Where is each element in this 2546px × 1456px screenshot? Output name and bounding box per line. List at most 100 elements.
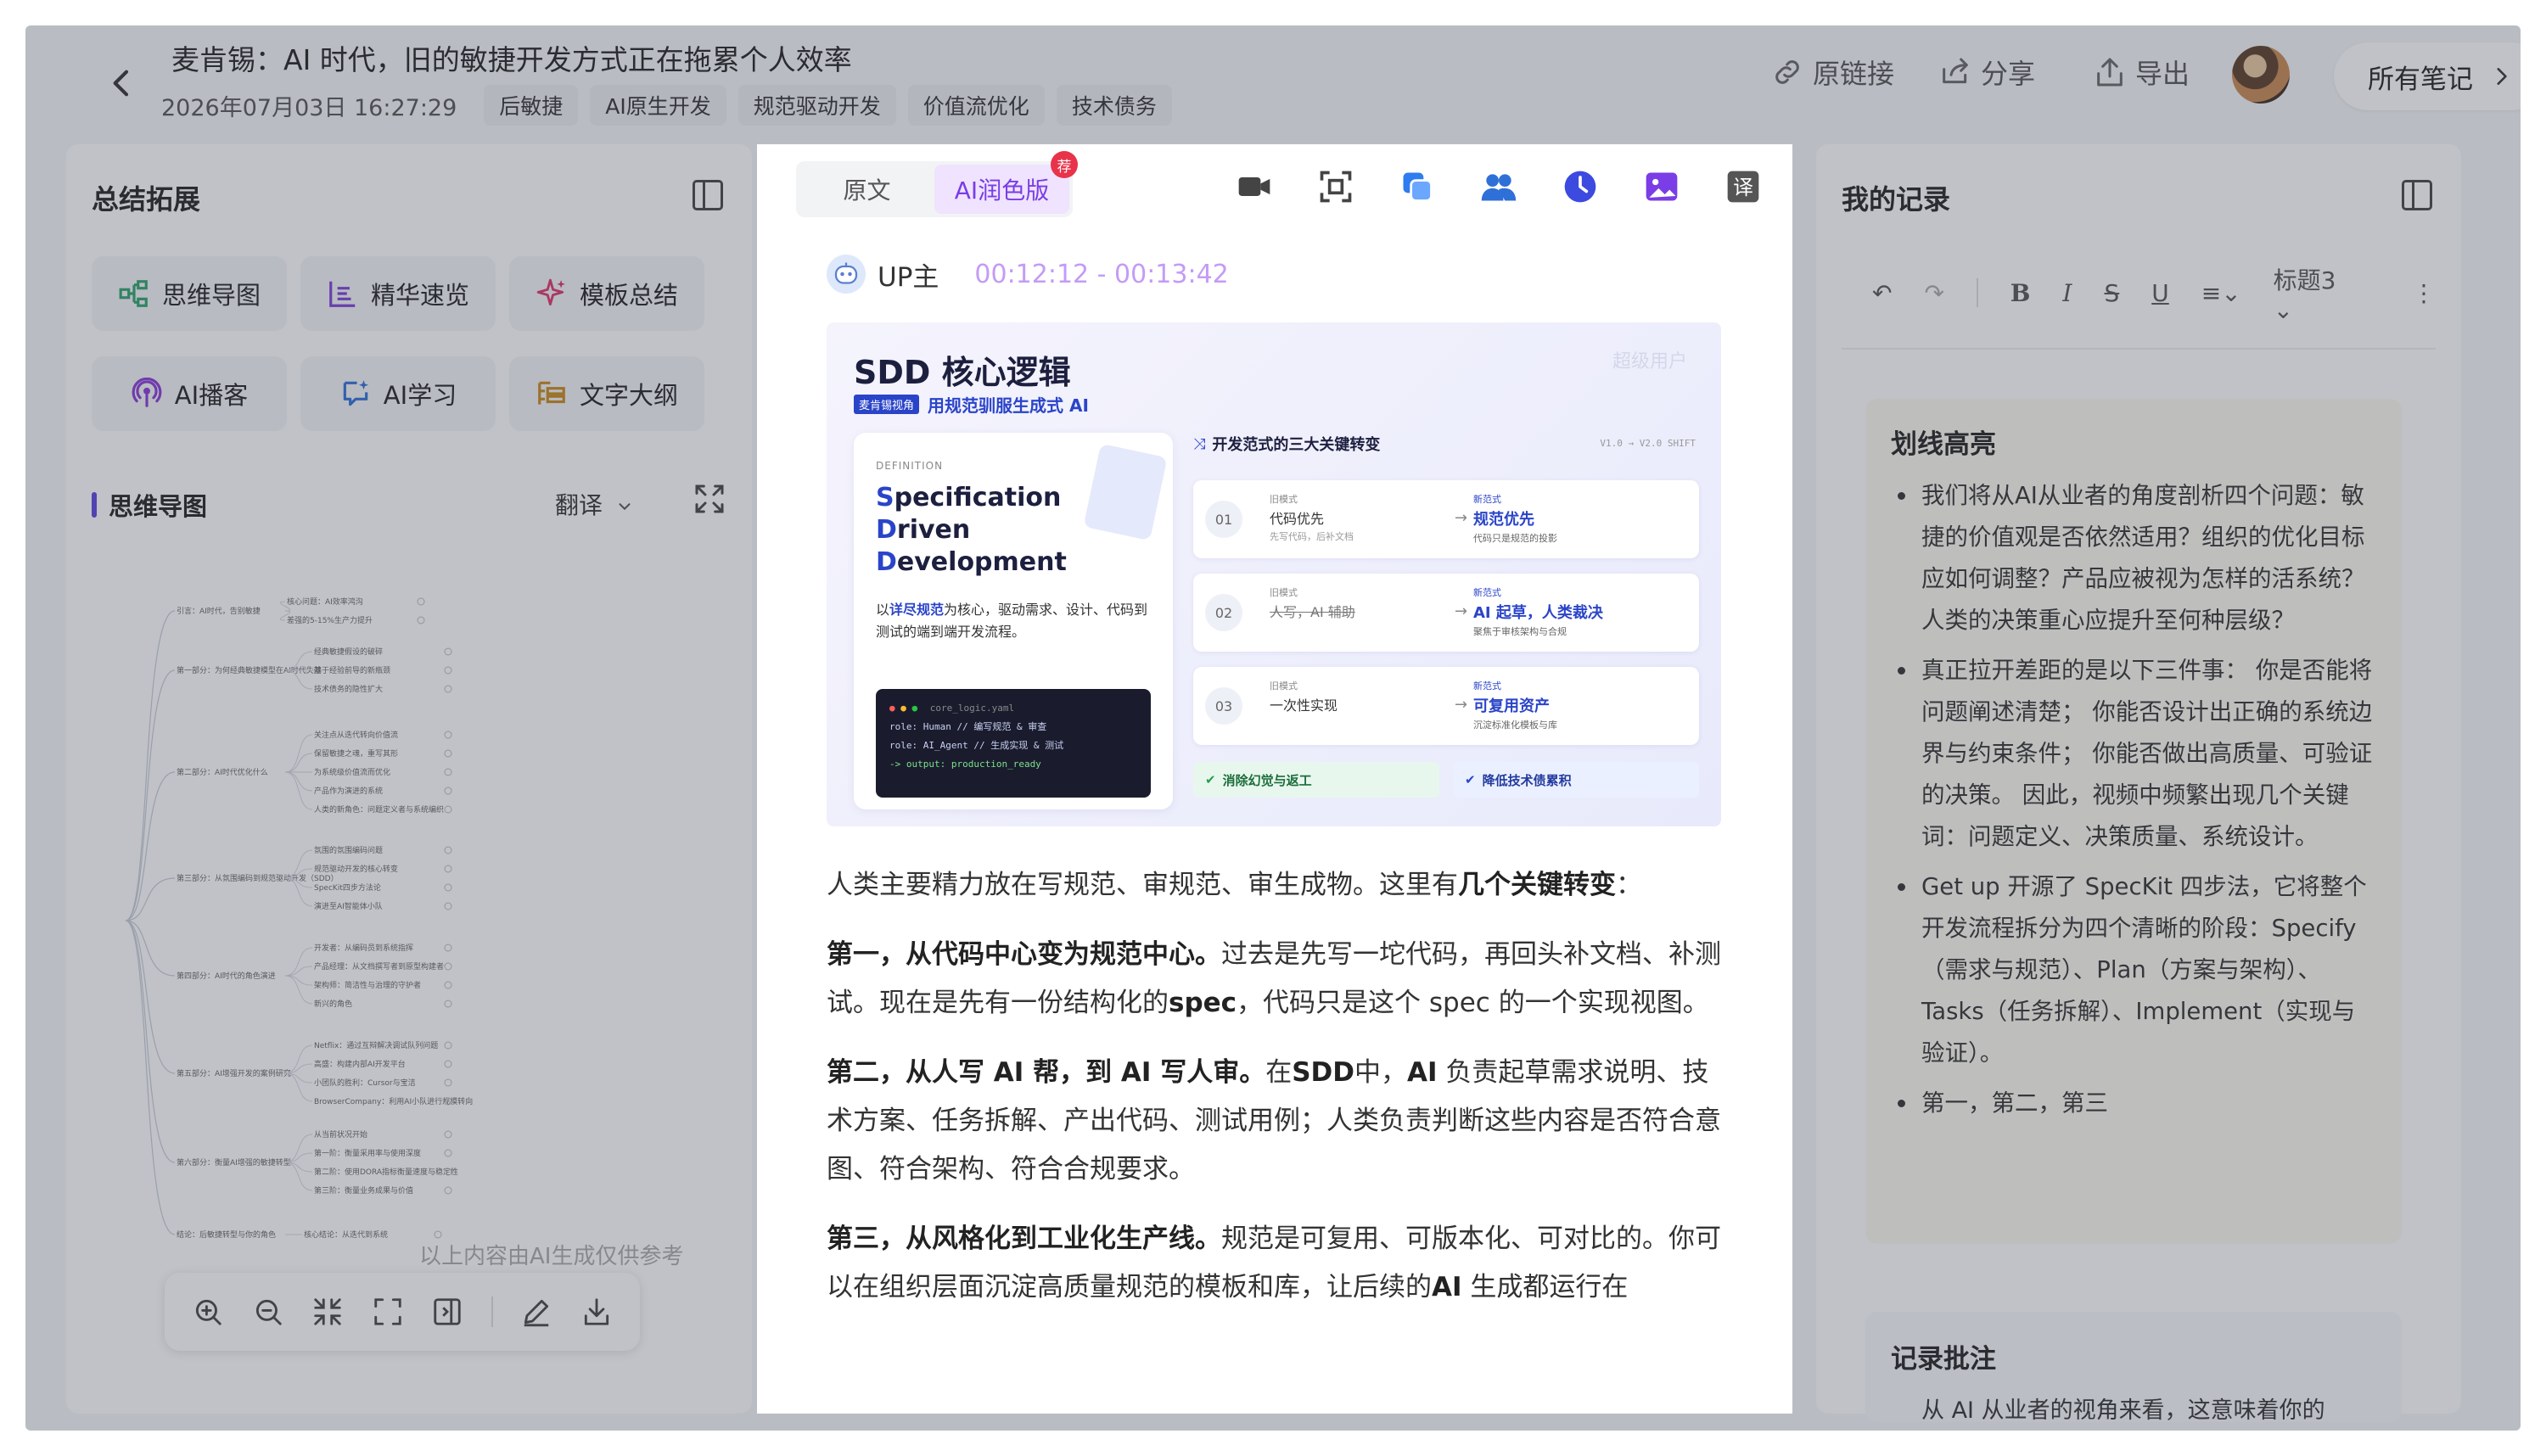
mindmap-leaf[interactable]: 保留敏捷之魂，重写其形	[314, 748, 398, 759]
mindmap-leaf[interactable]: 基于经验前导的新瓶颈	[314, 665, 390, 675]
collapse-node-icon[interactable]	[444, 1130, 452, 1139]
mindmap-leaf[interactable]: 技术债务的隐性扩大	[314, 684, 383, 694]
original-link-button[interactable]: 原链接	[1770, 53, 1894, 92]
collapse-node-icon[interactable]	[444, 666, 452, 675]
collapse-node-icon[interactable]	[444, 805, 452, 814]
list-item[interactable]: 真正拉开差距的是以下三件事： 你是否能将问题阐述清楚； 你能否设计出正确的系统边…	[1891, 650, 2375, 858]
collapse-node-icon[interactable]	[444, 749, 452, 758]
mindmap-leaf[interactable]: 关注点从迭代转向价值流	[314, 730, 398, 740]
speakers-icon[interactable]	[1480, 168, 1517, 205]
export-button[interactable]: 导出	[2093, 53, 2190, 92]
panel-toggle-icon[interactable]	[693, 180, 723, 210]
panel-toggle-icon[interactable]	[2402, 180, 2432, 210]
mindmap-node[interactable]: 第四部分：AI时代的角色演进	[177, 971, 276, 981]
mindmap-leaf[interactable]: 经典敏捷假设的破碎	[314, 647, 383, 657]
collapse-node-icon[interactable]	[444, 787, 452, 795]
collapse-node-icon[interactable]	[417, 597, 425, 606]
slide-image[interactable]: SDD 核心逻辑 超级用户 麦肯锡视角 用规范驯服生成式 AI DEFINITI…	[827, 322, 1721, 826]
heading-dropdown[interactable]: 标题3 ⌄	[2274, 262, 2354, 324]
mindmap-leaf[interactable]: 架构师：简洁性与治理的守护者	[314, 980, 421, 990]
collapse-node-icon[interactable]	[444, 731, 452, 739]
mindmap-node[interactable]: 第六部分：衡量AI增强的敏捷转型	[177, 1157, 291, 1168]
collapse-node-icon[interactable]	[444, 962, 452, 971]
collapse-node-icon[interactable]	[444, 1000, 452, 1008]
mindmap-leaf[interactable]: 为系统级价值流而优化	[314, 767, 390, 777]
comment-text[interactable]: 从 AI 从业者的视角来看，这意味着你的	[1921, 1392, 2325, 1422]
redo-icon[interactable]: ↷	[1924, 279, 1943, 307]
collapse-node-icon[interactable]	[417, 616, 425, 624]
text-outline-button[interactable]: 文字大纲	[509, 356, 704, 431]
collapse-node-icon[interactable]	[434, 1230, 442, 1239]
mindmap-leaf[interactable]: 产品经理：从文档撰写者到原型构建者	[314, 961, 444, 972]
fullscreen-icon[interactable]	[693, 482, 726, 516]
timestamp-link[interactable]: 00:12:12 - 00:13:42	[974, 260, 1228, 289]
more-icon[interactable]: ⋮	[2412, 279, 2436, 307]
mindmap-leaf[interactable]: 核心结论：从迭代到系统	[304, 1229, 388, 1240]
mindmap-leaf[interactable]: 演进至AI智能体小队	[314, 901, 383, 911]
collapse-node-icon[interactable]	[444, 902, 452, 910]
mindmap-leaf[interactable]: 小团队的胜利：Cursor与宝洁	[314, 1078, 416, 1088]
mindmap-leaf[interactable]: 开发者：从编码员到系统指挥	[314, 943, 413, 953]
ai-podcast-button[interactable]: AI播客	[92, 356, 287, 431]
mindmap-leaf[interactable]: 产品作为演进的系统	[314, 786, 383, 796]
collapse-node-icon[interactable]	[444, 981, 452, 989]
strikethrough-icon[interactable]: S	[2104, 279, 2119, 307]
mindmap-leaf[interactable]: 人类的新角色：问题定义者与系统编织	[314, 804, 444, 815]
tab-ai-polished[interactable]: AI润色版	[934, 165, 1069, 214]
collapse-node-icon[interactable]	[444, 1078, 452, 1087]
download-icon[interactable]	[580, 1296, 613, 1328]
collapse-node-icon[interactable]	[444, 1149, 452, 1157]
fit-screen-icon[interactable]	[372, 1296, 404, 1328]
image-icon[interactable]	[1643, 168, 1680, 205]
ai-learning-button[interactable]: AI学习	[300, 356, 496, 431]
bold-icon[interactable]: B	[2010, 279, 2031, 307]
tag[interactable]: 价值流优化	[907, 85, 1045, 126]
screenshot-icon[interactable]	[1317, 168, 1354, 205]
mindmap-leaf[interactable]: SpecKit四步方法论	[314, 882, 381, 893]
back-button[interactable]	[97, 58, 148, 109]
list-item[interactable]: 第一，第二，第三	[1891, 1083, 2375, 1124]
collapse-node-icon[interactable]	[444, 944, 452, 952]
translate-dropdown[interactable]: 翻译	[555, 487, 634, 521]
mindmap-leaf[interactable]: 规范驱动开发的核心转变	[314, 864, 398, 874]
mindmap-leaf[interactable]: 第三阶：衡量业务成果与价值	[314, 1185, 413, 1196]
collapse-node-icon[interactable]	[444, 1041, 452, 1050]
all-notes-button[interactable]: 所有笔记	[2334, 42, 2521, 110]
video-icon[interactable]	[1236, 168, 1273, 205]
underline-icon[interactable]: U	[2151, 279, 2169, 307]
copy-icon[interactable]	[1399, 168, 1436, 205]
collapse-node-icon[interactable]	[444, 846, 452, 854]
mindmap-node[interactable]: 第二部分：AI时代优化什么	[177, 767, 268, 777]
mindmap-node[interactable]: 结论：后敏捷转型与你的角色	[177, 1229, 276, 1240]
mindmap-leaf[interactable]: 高盛：构建内部AI开发平台	[314, 1059, 406, 1069]
mindmap-node[interactable]: 引言：AI时代，告别敏捷	[177, 606, 261, 616]
collapse-node-icon[interactable]	[444, 685, 452, 693]
mindmap-canvas[interactable]: 引言：AI时代，告别敏捷核心问题：AI效率鸿沟差强的5-15%生产力提升第一部分…	[92, 585, 669, 1256]
mindmap-leaf[interactable]: Netflix：通过互辩解决调试队列问题	[314, 1040, 438, 1050]
share-button[interactable]: 分享	[1938, 53, 2035, 92]
mindmap-node[interactable]: 第五部分：AI增强开发的案例研究	[177, 1068, 291, 1078]
collapse-node-icon[interactable]	[444, 647, 452, 656]
edit-icon[interactable]	[520, 1296, 552, 1328]
mindmap-leaf[interactable]: 从当前状况开始	[314, 1129, 367, 1140]
zoom-in-icon[interactable]	[192, 1296, 224, 1328]
collapse-node-icon[interactable]	[444, 1186, 452, 1195]
mindmap-leaf[interactable]: 第一阶：衡量采用率与使用深度	[314, 1148, 421, 1158]
list-item[interactable]: Get up 开源了 SpecKit 四步法，它将整个开发流程拆分为四个清晰的阶…	[1891, 866, 2375, 1074]
mindmap-leaf[interactable]: 氛围的氛围编码问题	[314, 845, 383, 855]
collapse-node-icon[interactable]	[444, 768, 452, 776]
translate-icon[interactable]: 译	[1724, 168, 1762, 205]
tag[interactable]: 技术债务	[1056, 85, 1172, 126]
mindmap-leaf[interactable]: 核心问题：AI效率鸿沟	[287, 596, 363, 607]
mindmap-node[interactable]: 第三部分：从氛围编码到规范驱动开发（SDD）	[177, 873, 339, 883]
collapse-node-icon[interactable]	[444, 865, 452, 873]
italic-icon[interactable]: I	[2062, 279, 2072, 307]
highlights-feature-button[interactable]: 精华速览	[300, 256, 496, 331]
undo-icon[interactable]: ↶	[1872, 279, 1892, 307]
collapse-icon[interactable]	[311, 1296, 344, 1328]
tag[interactable]: 后敏捷	[484, 85, 579, 126]
tab-original[interactable]: 原文	[799, 165, 934, 214]
tag[interactable]: 规范驱动开发	[737, 85, 896, 126]
zoom-out-icon[interactable]	[252, 1296, 284, 1328]
align-icon[interactable]: ≡⌄	[2201, 279, 2241, 307]
